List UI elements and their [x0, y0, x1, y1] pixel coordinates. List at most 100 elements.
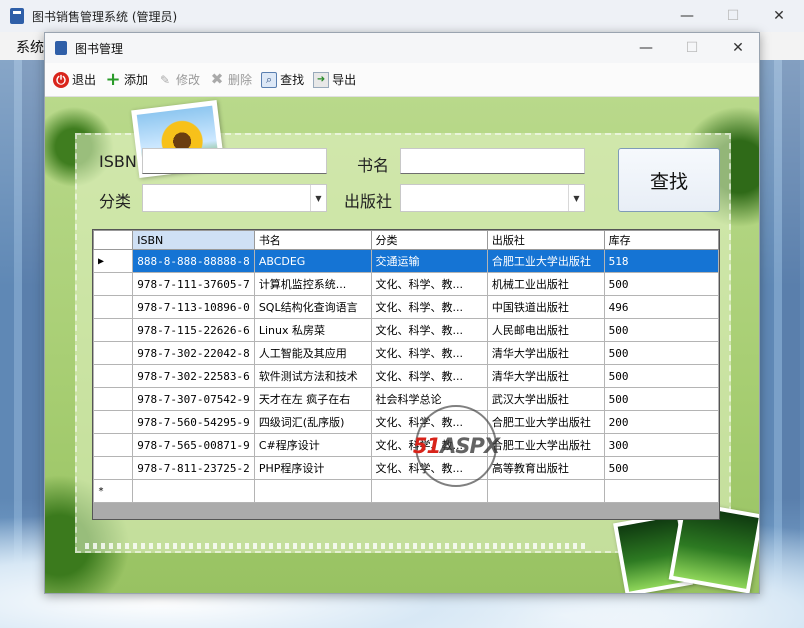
cell-title[interactable]: 计算机监控系统...: [253, 272, 372, 296]
cell-category[interactable]: 文化、科学、教...: [370, 364, 488, 388]
row-header-cell[interactable]: [93, 341, 134, 365]
cell-isbn[interactable]: 978-7-302-22583-6: [132, 364, 255, 388]
new-row-cell[interactable]: [603, 479, 719, 503]
cell-isbn[interactable]: 978-7-113-10896-0: [132, 295, 255, 319]
row-header-cell[interactable]: [93, 295, 134, 319]
cell-category[interactable]: 文化、科学、教...: [370, 295, 488, 319]
cell-title[interactable]: 四级词汇(乱序版): [253, 410, 372, 434]
cell-publisher[interactable]: 合肥工业大学出版社: [486, 410, 605, 434]
cell-category[interactable]: 文化、科学、教...: [370, 318, 488, 342]
edit-button[interactable]: ✎ 修改: [157, 71, 200, 88]
row-header-cell[interactable]: [93, 433, 134, 457]
outer-maximize-button[interactable]: ☐: [710, 0, 756, 32]
cell-stock[interactable]: 500: [603, 364, 719, 388]
add-button[interactable]: + 添加: [105, 70, 148, 88]
power-icon: ⏻: [53, 71, 69, 88]
cell-publisher[interactable]: 合肥工业大学出版社: [486, 433, 605, 457]
row-header-cell[interactable]: ▶: [93, 249, 134, 273]
books-grid[interactable]: ISBN 书名 分类 出版社 库存 ▶ 888-8-888-88888-8 ABCD…: [92, 229, 720, 520]
cell-isbn[interactable]: 888-8-888-88888-8: [132, 249, 255, 273]
cell-stock[interactable]: 300: [603, 433, 719, 457]
category-select[interactable]: ▼: [142, 184, 327, 212]
child-maximize-button[interactable]: ☐: [669, 33, 715, 63]
cell-isbn[interactable]: 978-7-307-07542-9: [132, 387, 255, 411]
outer-minimize-button[interactable]: —: [664, 0, 710, 32]
cell-category[interactable]: 交通运输: [370, 249, 488, 273]
column-header-title[interactable]: 书名: [253, 230, 372, 250]
table-row[interactable]: 978-7-302-22583-6 软件测试方法和技术 文化、科学、教... 清华大学…: [93, 364, 719, 388]
delete-x-icon: ✖: [210, 70, 224, 88]
row-header-cell[interactable]: [93, 272, 134, 296]
exit-button[interactable]: ⏻ 退出: [53, 71, 96, 88]
column-header-publisher[interactable]: 出版社: [486, 230, 605, 250]
table-row[interactable]: 978-7-307-07542-9 天才在左 疯子在右 社会科学总论 武汉大学出版社 5…: [93, 387, 719, 411]
cell-stock[interactable]: 518: [603, 249, 719, 273]
cell-title[interactable]: SQL结构化查询语言: [253, 295, 372, 319]
cell-category[interactable]: 文化、科学、教...: [370, 272, 488, 296]
grid-body: ▶ 888-8-888-88888-8 ABCDEG 交通运输 合肥工业大学出版社 518…: [93, 249, 719, 503]
row-header-cell[interactable]: [93, 364, 134, 388]
table-row[interactable]: ▶ 888-8-888-88888-8 ABCDEG 交通运输 合肥工业大学出版社 518: [93, 249, 719, 273]
new-row-cell[interactable]: [253, 479, 372, 503]
outer-title-bar: 图书销售管理系统 (管理员) — ☐ ✕: [0, 0, 804, 32]
export-button[interactable]: ➜ 导出: [313, 71, 356, 88]
table-row[interactable]: 978-7-113-10896-0 SQL结构化查询语言 文化、科学、教... 中国铁…: [93, 295, 719, 319]
cell-isbn[interactable]: 978-7-111-37605-7: [132, 272, 255, 296]
column-header-isbn[interactable]: ISBN: [132, 230, 255, 250]
cell-stock[interactable]: 496: [603, 295, 719, 319]
cell-stock[interactable]: 200: [603, 410, 719, 434]
menu-system[interactable]: 系统: [16, 37, 44, 57]
delete-button[interactable]: ✖ 删除: [209, 71, 252, 88]
cell-stock[interactable]: 500: [603, 318, 719, 342]
cell-publisher[interactable]: 合肥工业大学出版社: [486, 249, 605, 273]
cell-publisher[interactable]: 清华大学出版社: [486, 341, 605, 365]
cell-title[interactable]: C#程序设计: [253, 433, 372, 457]
search-button[interactable]: 查找: [618, 148, 720, 212]
cell-title[interactable]: 软件测试方法和技术: [253, 364, 372, 388]
row-header-cell[interactable]: [93, 318, 134, 342]
column-header-category[interactable]: 分类: [370, 230, 488, 250]
cell-stock[interactable]: 500: [603, 387, 719, 411]
table-row[interactable]: 978-7-302-22042-8 人工智能及其应用 文化、科学、教... 清华大学出…: [93, 341, 719, 365]
cell-stock[interactable]: 500: [603, 272, 719, 296]
cell-publisher[interactable]: 高等教育出版社: [486, 456, 605, 480]
row-header-cell[interactable]: [93, 387, 134, 411]
cell-publisher[interactable]: 清华大学出版社: [486, 364, 605, 388]
cell-isbn[interactable]: 978-7-115-22626-6: [132, 318, 255, 342]
isbn-input[interactable]: [142, 148, 327, 174]
cell-publisher[interactable]: 武汉大学出版社: [486, 387, 605, 411]
child-close-button[interactable]: ✕: [715, 33, 759, 63]
publisher-select[interactable]: ▼: [400, 184, 585, 212]
row-header-cell[interactable]: [93, 456, 134, 480]
outer-close-button[interactable]: ✕: [756, 0, 802, 32]
pencil-icon: ✎: [160, 72, 171, 87]
cell-publisher[interactable]: 机械工业出版社: [486, 272, 605, 296]
cell-title[interactable]: Linux 私房菜: [253, 318, 372, 342]
cell-isbn[interactable]: 978-7-811-23725-2: [132, 456, 255, 480]
table-row[interactable]: 978-7-811-23725-2 PHP程序设计 文化、科学、教... 高等教育出版…: [93, 456, 719, 480]
find-button[interactable]: ⌕ 查找: [261, 71, 304, 88]
cell-isbn[interactable]: 978-7-302-22042-8: [132, 341, 255, 365]
new-row-cell[interactable]: [132, 479, 255, 503]
new-row[interactable]: *: [93, 479, 719, 503]
cell-category[interactable]: 文化、科学、教...: [370, 341, 488, 365]
cell-title[interactable]: ABCDEG: [253, 249, 372, 273]
table-row[interactable]: 978-7-115-22626-6 Linux 私房菜 文化、科学、教... 人民邮电…: [93, 318, 719, 342]
cell-stock[interactable]: 500: [603, 341, 719, 365]
column-header-stock[interactable]: 库存: [603, 230, 719, 250]
cell-publisher[interactable]: 中国铁道出版社: [486, 295, 605, 319]
title-input[interactable]: [400, 148, 585, 174]
cell-title[interactable]: 人工智能及其应用: [253, 341, 372, 365]
cell-isbn[interactable]: 978-7-565-00871-9: [132, 433, 255, 457]
table-row[interactable]: 978-7-111-37605-7 计算机监控系统... 文化、科学、教... 机械工…: [93, 272, 719, 296]
cell-title[interactable]: PHP程序设计: [253, 456, 372, 480]
cell-publisher[interactable]: 人民邮电出版社: [486, 318, 605, 342]
table-row[interactable]: 978-7-560-54295-9 四级词汇(乱序版) 文化、科学、教... 合肥工业…: [93, 410, 719, 434]
child-minimize-button[interactable]: —: [623, 33, 669, 63]
cell-stock[interactable]: 500: [603, 456, 719, 480]
row-header-cell[interactable]: [93, 410, 134, 434]
cell-isbn[interactable]: 978-7-560-54295-9: [132, 410, 255, 434]
cell-title[interactable]: 天才在左 疯子在右: [253, 387, 372, 411]
table-row[interactable]: 978-7-565-00871-9 C#程序设计 文化、科学、教... 合肥工业大学出…: [93, 433, 719, 457]
new-row-cell[interactable]: [486, 479, 605, 503]
